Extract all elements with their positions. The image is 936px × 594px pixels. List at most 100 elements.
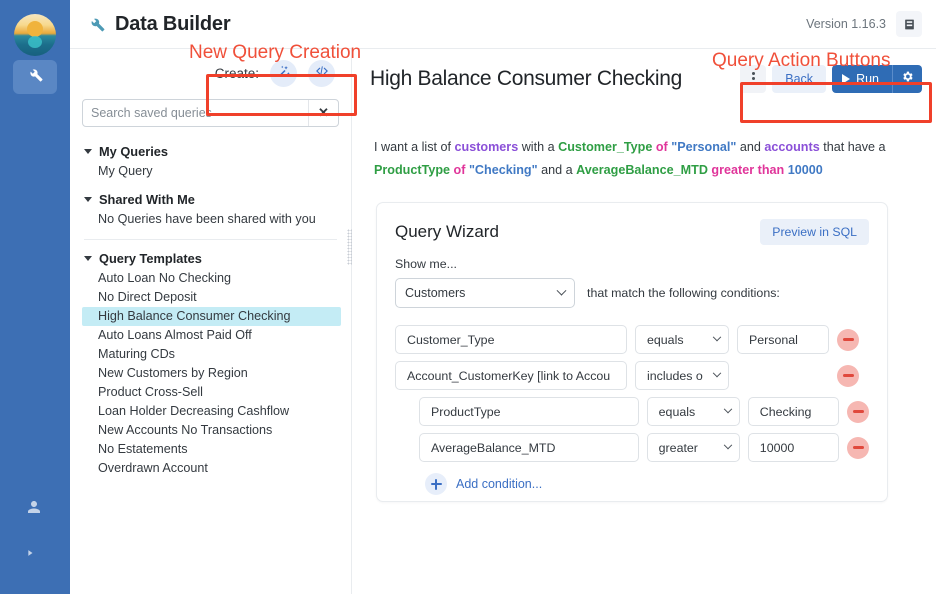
list-item[interactable]: New Customers by Region xyxy=(82,364,341,383)
wizard-header: Query Wizard Preview in SQL xyxy=(395,219,869,245)
add-condition-label: Add condition... xyxy=(456,477,543,491)
chevron-down-icon xyxy=(712,368,722,377)
create-with-wizard-button[interactable] xyxy=(270,59,297,87)
expand-arrow-icon[interactable] xyxy=(25,545,39,559)
tree-group-header[interactable]: My Queries xyxy=(82,141,341,162)
list-item[interactable]: Auto Loan No Checking xyxy=(82,269,341,288)
condition-operator-select[interactable]: equals xyxy=(646,397,740,426)
list-item[interactable]: No Estatements xyxy=(82,440,341,459)
page-title: Data Builder xyxy=(115,12,231,35)
chevron-down-icon xyxy=(556,285,567,296)
chevron-down-icon xyxy=(84,149,92,154)
search-input[interactable] xyxy=(83,100,308,126)
condition-operator-value: equals xyxy=(647,332,684,347)
rail-item-data-builder[interactable] xyxy=(13,60,57,94)
tree-group-shared-with-me: Shared With Me No Queries have been shar… xyxy=(82,189,341,229)
minus-circle-icon[interactable] xyxy=(837,328,859,351)
condition-operator-select[interactable]: greater xyxy=(646,433,740,462)
nlq-entity: customers xyxy=(454,140,519,154)
chevron-down-icon xyxy=(84,197,92,202)
icon-rail xyxy=(0,0,70,594)
nlq-text: that have a xyxy=(819,140,886,154)
query-action-buttons: Back Run xyxy=(740,64,922,93)
play-icon xyxy=(842,73,851,84)
version-label: Version 1.16.3 xyxy=(806,17,886,31)
chevron-down-icon xyxy=(723,440,733,449)
create-row: Create: xyxy=(70,49,351,97)
create-with-code-button[interactable] xyxy=(308,59,335,87)
condition-row: Customer_Type equals Personal xyxy=(395,325,869,354)
saved-queries-tree: My Queries My Query Shared With Me No Qu… xyxy=(70,141,351,478)
nlq-value: 10000 xyxy=(787,163,823,177)
list-item[interactable]: Product Cross-Sell xyxy=(82,383,341,402)
wrench-icon xyxy=(88,15,106,33)
magic-wand-icon xyxy=(277,64,291,83)
query-detail-panel: High Balance Consumer Checking Back Run xyxy=(352,48,936,594)
settings-button[interactable] xyxy=(892,64,922,93)
code-icon xyxy=(315,64,329,83)
book-icon[interactable] xyxy=(896,11,922,37)
list-item-selected[interactable]: High Balance Consumer Checking xyxy=(82,307,341,326)
condition-field[interactable]: Account_CustomerKey [link to Accou xyxy=(395,361,627,390)
minus-circle-icon[interactable] xyxy=(847,436,869,459)
add-nested-condition-button[interactable]: Add condition... xyxy=(425,473,869,495)
plus-circle-icon xyxy=(425,473,447,495)
list-item[interactable]: New Accounts No Transactions xyxy=(82,421,341,440)
list-item[interactable]: No Direct Deposit xyxy=(82,288,341,307)
run-label: Run xyxy=(856,71,879,86)
queries-panel: Create: ✕ xyxy=(70,48,352,594)
tree-group-label: My Queries xyxy=(99,144,168,159)
condition-value[interactable]: Checking xyxy=(747,397,839,426)
list-item[interactable]: My Query xyxy=(82,162,341,181)
query-body: I want a list of customers with a Custom… xyxy=(352,108,936,502)
list-item[interactable]: Overdrawn Account xyxy=(82,459,341,478)
condition-value[interactable]: Personal xyxy=(737,325,829,354)
list-item[interactable]: Loan Holder Decreasing Cashflow xyxy=(82,402,341,421)
chevron-down-icon xyxy=(84,256,92,261)
condition-operator-select[interactable]: equals xyxy=(635,325,729,354)
more-vertical-icon[interactable] xyxy=(740,64,767,93)
condition-value[interactable]: 10000 xyxy=(747,433,839,462)
minus-circle-icon[interactable] xyxy=(837,364,859,387)
nlq-operator: of xyxy=(655,140,668,154)
tree-group-label: Shared With Me xyxy=(99,192,195,207)
workspace-split: Create: ✕ xyxy=(70,48,936,594)
tree-group-header[interactable]: Query Templates xyxy=(82,248,341,269)
run-button-group: Run xyxy=(832,64,922,93)
app-window: Data Builder Version 1.16.3 Create: Sear… xyxy=(0,0,936,594)
entity-select[interactable]: Customers xyxy=(395,278,575,308)
nlq-field: ProductType xyxy=(374,163,451,177)
minus-circle-icon[interactable] xyxy=(847,400,869,423)
run-button[interactable]: Run xyxy=(832,64,892,93)
match-conditions-label: that match the following conditions: xyxy=(587,286,780,300)
search-saved-queries[interactable]: ✕ xyxy=(82,99,339,127)
condition-operator-value: includes o xyxy=(647,368,703,383)
list-item[interactable]: Auto Loans Almost Paid Off xyxy=(82,326,341,345)
chevron-down-icon xyxy=(712,332,722,341)
user-icon[interactable] xyxy=(25,498,43,516)
wizard-title: Query Wizard xyxy=(395,222,499,241)
nlq-entity: accounts xyxy=(764,140,820,154)
list-item[interactable]: Maturing CDs xyxy=(82,345,341,364)
nlq-operator: of xyxy=(453,163,466,177)
natural-language-query: I want a list of customers with a Custom… xyxy=(374,136,894,182)
close-icon[interactable]: ✕ xyxy=(308,100,338,126)
tree-group-my-queries: My Queries My Query xyxy=(82,141,341,181)
nlq-field: AverageBalance_MTD xyxy=(576,163,708,177)
condition-field[interactable]: Customer_Type xyxy=(395,325,627,354)
condition-operator-select[interactable]: includes o xyxy=(635,361,729,390)
gear-icon xyxy=(901,70,914,88)
nlq-text: and xyxy=(736,140,765,154)
preview-in-sql-button[interactable]: Preview in SQL xyxy=(760,219,869,245)
condition-row: Account_CustomerKey [link to Accou inclu… xyxy=(395,361,869,390)
condition-field[interactable]: AverageBalance_MTD xyxy=(419,433,639,462)
tree-group-query-templates: Query Templates Auto Loan No Checking No… xyxy=(82,248,341,478)
tree-group-header[interactable]: Shared With Me xyxy=(82,189,341,210)
condition-field[interactable]: ProductType xyxy=(419,397,639,426)
nlq-text: with a xyxy=(518,140,559,154)
condition-row: AverageBalance_MTD greater 10000 xyxy=(419,433,869,462)
back-button[interactable]: Back xyxy=(772,64,827,93)
show-me-label: Show me... xyxy=(395,257,457,271)
query-title: High Balance Consumer Checking xyxy=(370,66,682,90)
top-bar-right: Version 1.16.3 xyxy=(806,11,922,37)
